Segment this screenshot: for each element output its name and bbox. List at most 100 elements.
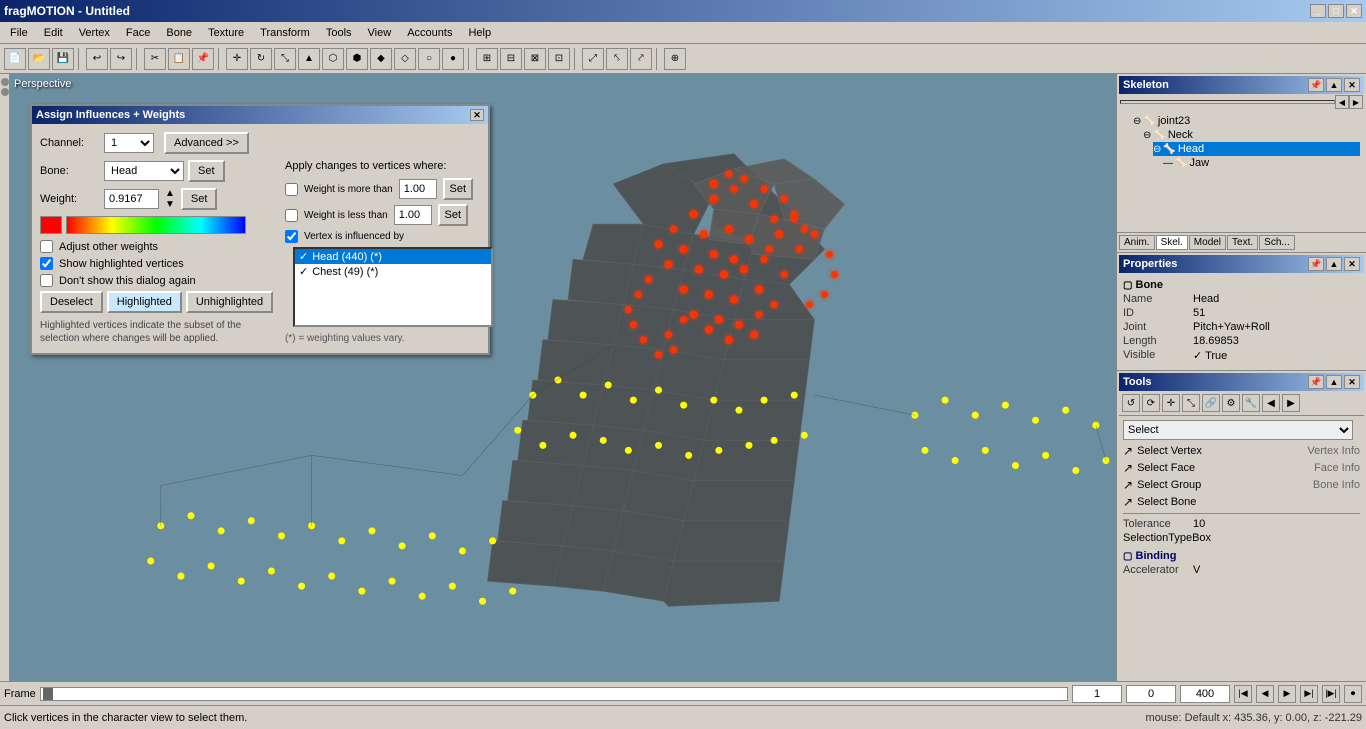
tree-neck[interactable]: ⊖ 🦴 Neck [1143,128,1360,142]
vertex-influenced-cb[interactable] [285,230,298,243]
highlighted-button[interactable]: Highlighted [107,291,182,313]
tab-anim[interactable]: Anim. [1119,235,1155,250]
tree-jaw[interactable]: — 🦴 Jaw [1163,156,1360,170]
skel-scroll-right[interactable]: ▶ [1349,95,1363,109]
tb-move[interactable]: ✛ [226,48,248,70]
tb-tool6[interactable]: ⬢ [346,48,368,70]
tb-new[interactable]: 📄 [4,48,26,70]
weight-more-value[interactable] [399,179,437,199]
close-button[interactable]: ✕ [1346,4,1362,18]
binding-collapse[interactable]: ▢ [1123,551,1132,562]
tb-tool11[interactable]: ⊞ [476,48,498,70]
bone-select[interactable]: Head [104,161,184,181]
tb-save[interactable]: 💾 [52,48,74,70]
tb-rotate[interactable]: ↻ [250,48,272,70]
menu-file[interactable]: File [2,25,36,41]
skeleton-close[interactable]: ✕ [1344,78,1360,92]
menu-tools[interactable]: Tools [318,25,360,41]
adjust-weights-cb[interactable] [40,240,53,253]
tools-close[interactable]: ✕ [1344,375,1360,389]
bone-section-collapse[interactable]: ▢ [1123,280,1132,291]
weight-more-cb[interactable] [285,183,298,196]
timeline-first[interactable]: |◀ [1234,685,1252,703]
tb-tool10[interactable]: ● [442,48,464,70]
timeline-next[interactable]: ▶| [1300,685,1318,703]
props-pin[interactable]: 📌 [1308,257,1324,271]
tb-tool12[interactable]: ⊟ [500,48,522,70]
timeline-prev[interactable]: ◀ [1256,685,1274,703]
tb-copy[interactable]: 📋 [168,48,190,70]
weight-less-set[interactable]: Set [438,204,468,226]
dialog-title-bar[interactable]: Assign Influences + Weights ✕ [32,106,488,124]
tools-tb-4[interactable]: ⤡ [1182,394,1200,412]
bone-item-head[interactable]: ✓ Head (440) (*) [295,249,491,264]
timeline-current[interactable] [1126,685,1176,703]
timeline-start[interactable] [1072,685,1122,703]
tools-tb-7[interactable]: 🔧 [1242,394,1260,412]
tb-redo[interactable]: ↪ [110,48,132,70]
timeline-record[interactable]: ⏺ [1344,685,1362,703]
show-highlighted-cb[interactable] [40,257,53,270]
bone-list[interactable]: ✓ Head (440) (*) ✓ Chest (49) (*) [293,247,493,327]
tb-tool13[interactable]: ⊠ [524,48,546,70]
tb-undo[interactable]: ↩ [86,48,108,70]
tool-select-bone[interactable]: ↗ Select Bone [1123,495,1360,509]
weight-input[interactable] [104,189,159,209]
tb-cut[interactable]: ✂ [144,48,166,70]
skel-scroll-left[interactable]: ◀ [1335,95,1349,109]
tb-tool7[interactable]: ◆ [370,48,392,70]
tb-tool17[interactable]: ⤤ [630,48,652,70]
weight-set-button[interactable]: Set [181,188,218,210]
advanced-button[interactable]: Advanced >> [164,132,249,154]
menu-accounts[interactable]: Accounts [399,25,460,41]
weight-more-set[interactable]: Set [443,178,473,200]
bone-item-chest[interactable]: ✓ Chest (49) (*) [295,264,491,279]
tools-pin[interactable]: 📌 [1308,375,1324,389]
tb-open[interactable]: 📂 [28,48,50,70]
tools-tb-8[interactable]: ◀ [1262,394,1280,412]
select-dropdown[interactable]: Select [1123,420,1353,440]
tb-tool9[interactable]: ○ [418,48,440,70]
timeline-thumb[interactable] [43,688,53,700]
skeleton-expand[interactable]: ▲ [1326,78,1342,92]
tb-tool18[interactable]: ⊕ [664,48,686,70]
viewport[interactable]: Perspective [10,74,1116,681]
channel-select[interactable]: 1 [104,133,154,153]
dialog-close-button[interactable]: ✕ [470,109,484,121]
maximize-button[interactable]: □ [1328,4,1344,18]
weight-less-cb[interactable] [285,209,298,222]
tab-text[interactable]: Text. [1227,235,1258,250]
tool-select-vertex[interactable]: ↗ Select Vertex Vertex Info [1123,444,1360,458]
dont-show-cb[interactable] [40,274,53,287]
timeline-play[interactable]: ▶ [1278,685,1296,703]
tb-select[interactable]: ▲ [298,48,320,70]
tb-tool5[interactable]: ⬡ [322,48,344,70]
unhighlighted-button[interactable]: Unhighlighted [186,291,273,313]
menu-view[interactable]: View [360,25,400,41]
props-close[interactable]: ✕ [1344,257,1360,271]
tb-tool8[interactable]: ◇ [394,48,416,70]
tools-tb-2[interactable]: ⟳ [1142,394,1160,412]
tree-head[interactable]: ⊖ 🦴 Head [1153,142,1360,156]
tb-tool15[interactable]: ⤢ [582,48,604,70]
menu-edit[interactable]: Edit [36,25,71,41]
weight-less-value[interactable] [394,205,432,225]
tool-select-group[interactable]: ↗ Select Group Bone Info [1123,478,1360,492]
tb-tool14[interactable]: ⊡ [548,48,570,70]
tool-select-face[interactable]: ↗ Select Face Face Info [1123,461,1360,475]
tools-tb-6[interactable]: ⚙ [1222,394,1240,412]
tools-tb-9[interactable]: ▶ [1282,394,1300,412]
tools-expand[interactable]: ▲ [1326,375,1342,389]
props-expand[interactable]: ▲ [1326,257,1342,271]
timeline-track[interactable] [40,687,1068,701]
timeline-last[interactable]: |▶| [1322,685,1340,703]
menu-transform[interactable]: Transform [252,25,318,41]
tab-model[interactable]: Model [1189,235,1226,250]
menu-vertex[interactable]: Vertex [71,25,118,41]
menu-bone[interactable]: Bone [158,25,200,41]
bone-set-button[interactable]: Set [188,160,225,182]
menu-face[interactable]: Face [118,25,158,41]
menu-texture[interactable]: Texture [200,25,252,41]
tb-tool16[interactable]: ⤣ [606,48,628,70]
deselect-button[interactable]: Deselect [40,291,103,313]
